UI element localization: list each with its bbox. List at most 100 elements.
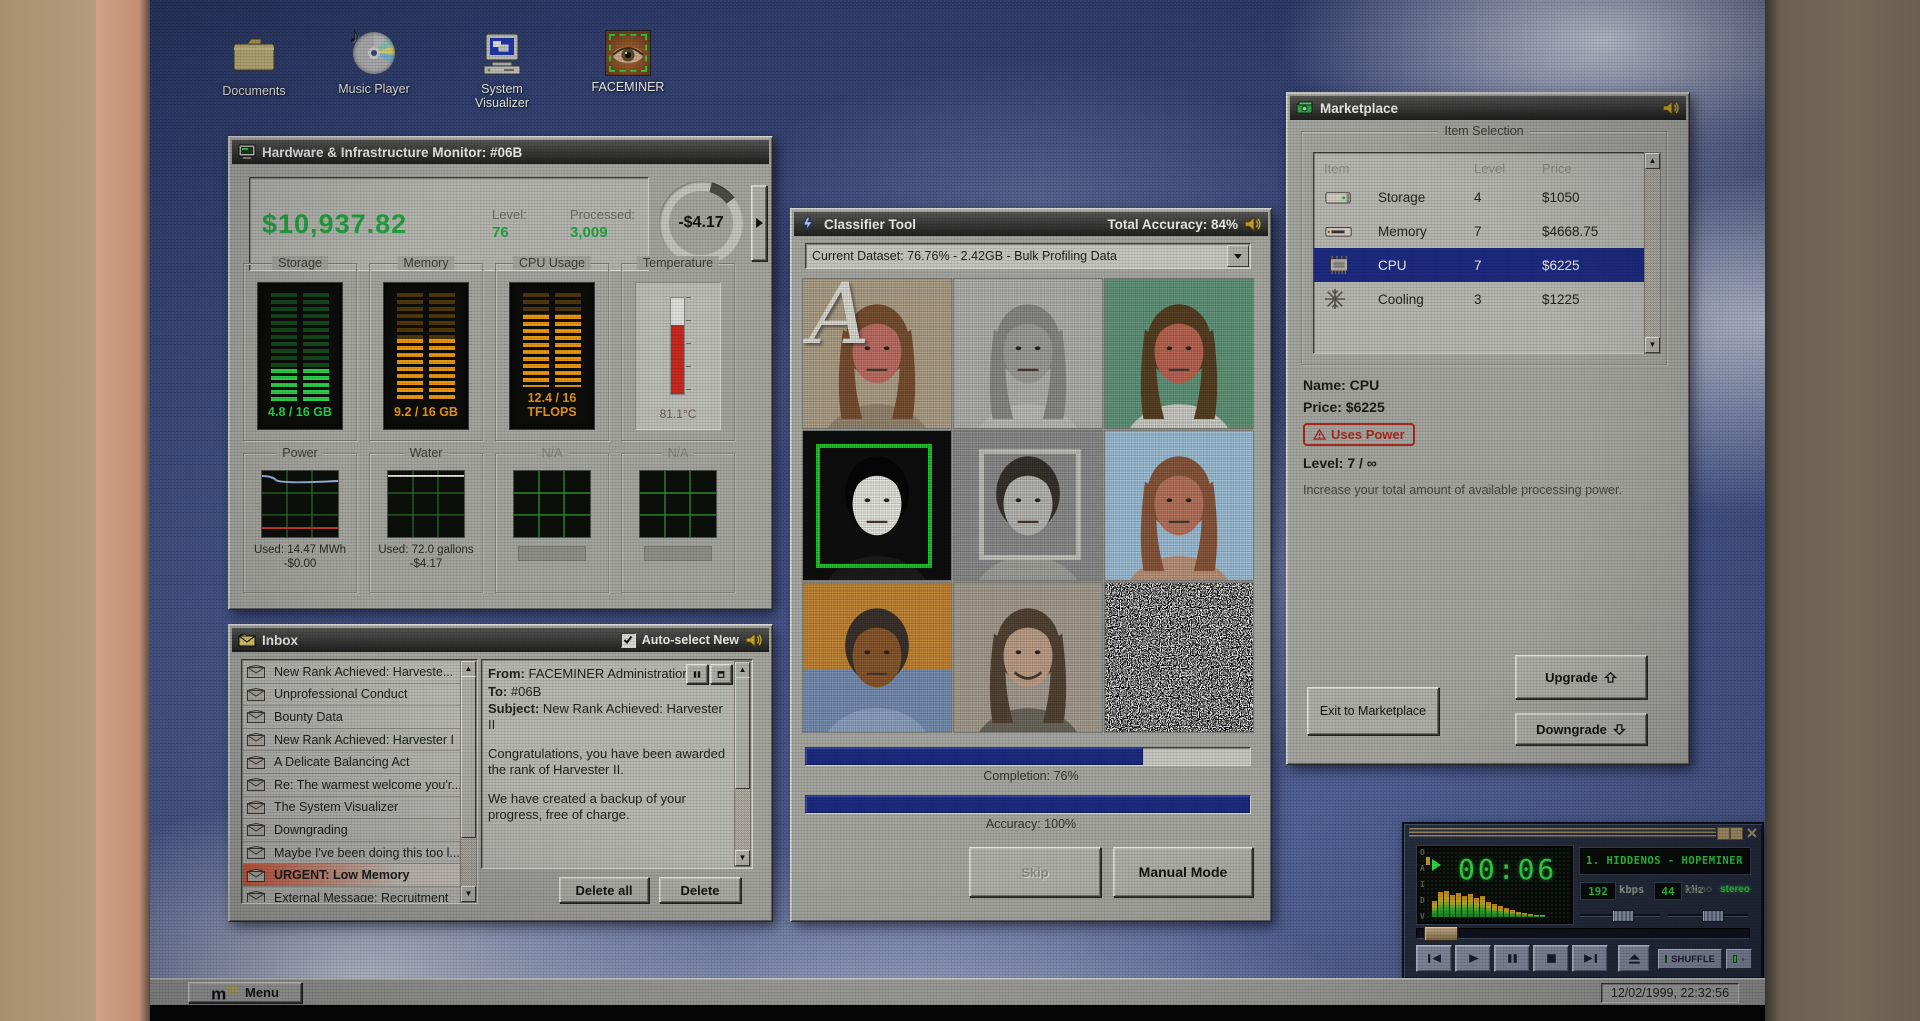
market-scrollbar[interactable]: ▲ ▼ xyxy=(1644,152,1661,354)
market-item-name: Memory xyxy=(1378,223,1427,239)
music-note-icon: ♪ xyxy=(349,22,360,47)
skip-button[interactable]: Skip xyxy=(969,847,1101,897)
upgrade-button[interactable]: Upgrade xyxy=(1515,655,1647,699)
message-from: FACEMINER Administration xyxy=(528,666,690,681)
classifier-speaker-icon[interactable] xyxy=(1244,216,1262,232)
inbox-item[interactable]: URGENT: Low Memory xyxy=(243,864,461,887)
downgrade-button[interactable]: Downgrade xyxy=(1515,713,1647,745)
scrollbar-thumb[interactable] xyxy=(461,676,476,838)
chevron-down-icon xyxy=(1234,253,1242,259)
clutterbar[interactable]: OAIDV xyxy=(1420,849,1425,921)
desktop-icon-system-visualizer[interactable]: System Visualizer xyxy=(456,32,548,110)
noise-cell[interactable] xyxy=(1104,582,1254,733)
next-button[interactable] xyxy=(1572,945,1608,972)
desktop-icon-documents[interactable]: Documents xyxy=(208,34,300,98)
scroll-up-button[interactable]: ▲ xyxy=(735,662,750,678)
shuffle-toggle[interactable]: SHUFFLE xyxy=(1658,949,1722,969)
marketplace-speaker-icon[interactable] xyxy=(1662,100,1680,116)
inbox-item[interactable]: The System Visualizer xyxy=(243,796,461,820)
volume-slider[interactable] xyxy=(1580,910,1660,922)
autoselect-checkbox[interactable] xyxy=(620,632,636,648)
dataset-dropdown[interactable]: Current Dataset: 76.76% - 2.42GB - Bulk … xyxy=(805,243,1251,269)
cd-icon: ♪ xyxy=(349,22,397,78)
inbox-item[interactable]: Maybe I've been doing this too l... xyxy=(243,841,461,865)
scroll-down-button[interactable]: ▼ xyxy=(735,850,750,866)
face-cell-1[interactable]: A xyxy=(802,278,952,429)
inbox-item[interactable]: New Rank Achieved: Harveste... xyxy=(243,661,461,684)
marketplace-titlebar[interactable]: Marketplace xyxy=(1290,96,1686,120)
market-row-memory[interactable]: Memory 7 $4668.75 xyxy=(1314,214,1660,248)
exit-marketplace-button[interactable]: Exit to Marketplace xyxy=(1307,687,1439,735)
delete-all-button[interactable]: Delete all xyxy=(559,877,649,903)
message-content: From: FACEMINER Administration To: #06B … xyxy=(488,666,732,864)
monitor-bezel-left xyxy=(0,0,96,1021)
na-chart-2 xyxy=(639,470,717,538)
face-cell-2[interactable] xyxy=(953,278,1103,429)
inbox-speaker-icon[interactable] xyxy=(745,632,763,648)
message-pane: From: FACEMINER Administration To: #06B … xyxy=(481,659,753,869)
balance-slider[interactable] xyxy=(1668,910,1748,922)
market-item-level: 3 xyxy=(1474,291,1482,307)
scroll-down-button[interactable]: ▼ xyxy=(461,886,476,902)
hardware-monitor-titlebar[interactable]: Hardware & Infrastructure Monitor: #06B xyxy=(232,140,769,164)
classifier-titlebar[interactable]: Classifier Tool Total Accuracy: 84% xyxy=(794,212,1268,236)
stats-next-button[interactable] xyxy=(751,185,767,261)
inbox-item[interactable]: Downgrading xyxy=(243,819,461,842)
market-item-level: 7 xyxy=(1474,257,1482,273)
message-scrollbar[interactable]: ▲ ▼ xyxy=(734,661,751,867)
inbox-item[interactable]: New Rank Achieved: Harvester I xyxy=(243,728,461,752)
monitor-window-icon xyxy=(238,144,256,160)
face-cell-7[interactable] xyxy=(802,582,952,733)
market-row-storage[interactable]: Storage 4 $1050 xyxy=(1314,180,1660,214)
face-cell-4[interactable] xyxy=(802,430,952,581)
player-titlebar[interactable] xyxy=(1409,828,1716,838)
scroll-up-button[interactable]: ▲ xyxy=(1645,153,1660,169)
seek-handle[interactable] xyxy=(1423,926,1458,941)
inbox-item[interactable]: Bounty Data xyxy=(243,706,461,729)
inbox-item[interactable]: Unprofessional Conduct xyxy=(243,683,461,707)
scroll-down-button[interactable]: ▼ xyxy=(1645,337,1660,353)
inbox-scrollbar[interactable]: ▲ ▼ xyxy=(460,660,477,903)
pause-button[interactable] xyxy=(1494,945,1530,972)
shuffle-led xyxy=(1665,955,1668,963)
delete-button[interactable]: Delete xyxy=(659,877,741,903)
inbox-titlebar[interactable]: Inbox Auto-select New xyxy=(232,628,769,652)
player-minimize-button[interactable] xyxy=(1717,827,1730,840)
eject-button[interactable] xyxy=(1618,945,1650,972)
autoselect-label: Auto-select New xyxy=(641,633,739,647)
stop-button[interactable] xyxy=(1533,945,1569,972)
market-row-cooling[interactable]: Cooling 3 $1225 xyxy=(1314,282,1660,316)
item-selection-group: Item Selection Item Level Price Storage 4… xyxy=(1301,124,1667,365)
dropdown-arrow-button[interactable] xyxy=(1227,245,1249,267)
manual-mode-button[interactable]: Manual Mode xyxy=(1113,847,1253,897)
scroll-up-button[interactable]: ▲ xyxy=(461,661,476,677)
inbox-item[interactable]: Re: The warmest welcome you'r... xyxy=(243,773,461,797)
market-row-cpu[interactable]: CPU 7 $6225 xyxy=(1314,248,1660,282)
detail-level: Level: 7 / ∞ xyxy=(1303,455,1377,471)
inbox-item[interactable]: A Delicate Balancing Act xyxy=(243,751,461,774)
overlay-letter: A xyxy=(809,279,870,363)
previous-button[interactable] xyxy=(1416,945,1452,972)
player-shade-button[interactable] xyxy=(1730,827,1743,840)
memory-value: 9.2 / 16 GB xyxy=(394,405,458,419)
repeat-toggle[interactable] xyxy=(1726,949,1752,969)
player-display[interactable]: OAIDV 00:06 xyxy=(1417,846,1573,924)
message-pause-button[interactable] xyxy=(686,664,708,684)
scrollbar-thumb[interactable] xyxy=(735,677,750,789)
message-popout-button[interactable] xyxy=(710,664,732,684)
face-cell-6[interactable] xyxy=(1104,430,1254,581)
play-button[interactable] xyxy=(1455,945,1491,972)
desktop-icon-music-player[interactable]: ♪ Music Player xyxy=(328,22,420,96)
track-title-display[interactable]: 1. HIDDENOS - HOPEMINER <4:17> xyxy=(1580,848,1750,874)
mail-icon xyxy=(247,800,267,814)
face-cell-5[interactable] xyxy=(953,430,1103,581)
desktop-icon-faceminer[interactable]: FACEMINER xyxy=(582,30,674,94)
seek-bar[interactable] xyxy=(1416,926,1750,941)
menu-button[interactable]: mOS Menu xyxy=(188,982,302,1003)
bitrate-display: 192 xyxy=(1580,882,1616,900)
player-close-button[interactable] xyxy=(1746,827,1757,838)
face-cell-8[interactable] xyxy=(953,582,1103,733)
inbox-item[interactable]: External Message: Recruitment xyxy=(243,886,461,902)
spectrum xyxy=(1432,887,1566,917)
face-cell-3[interactable] xyxy=(1104,278,1254,429)
